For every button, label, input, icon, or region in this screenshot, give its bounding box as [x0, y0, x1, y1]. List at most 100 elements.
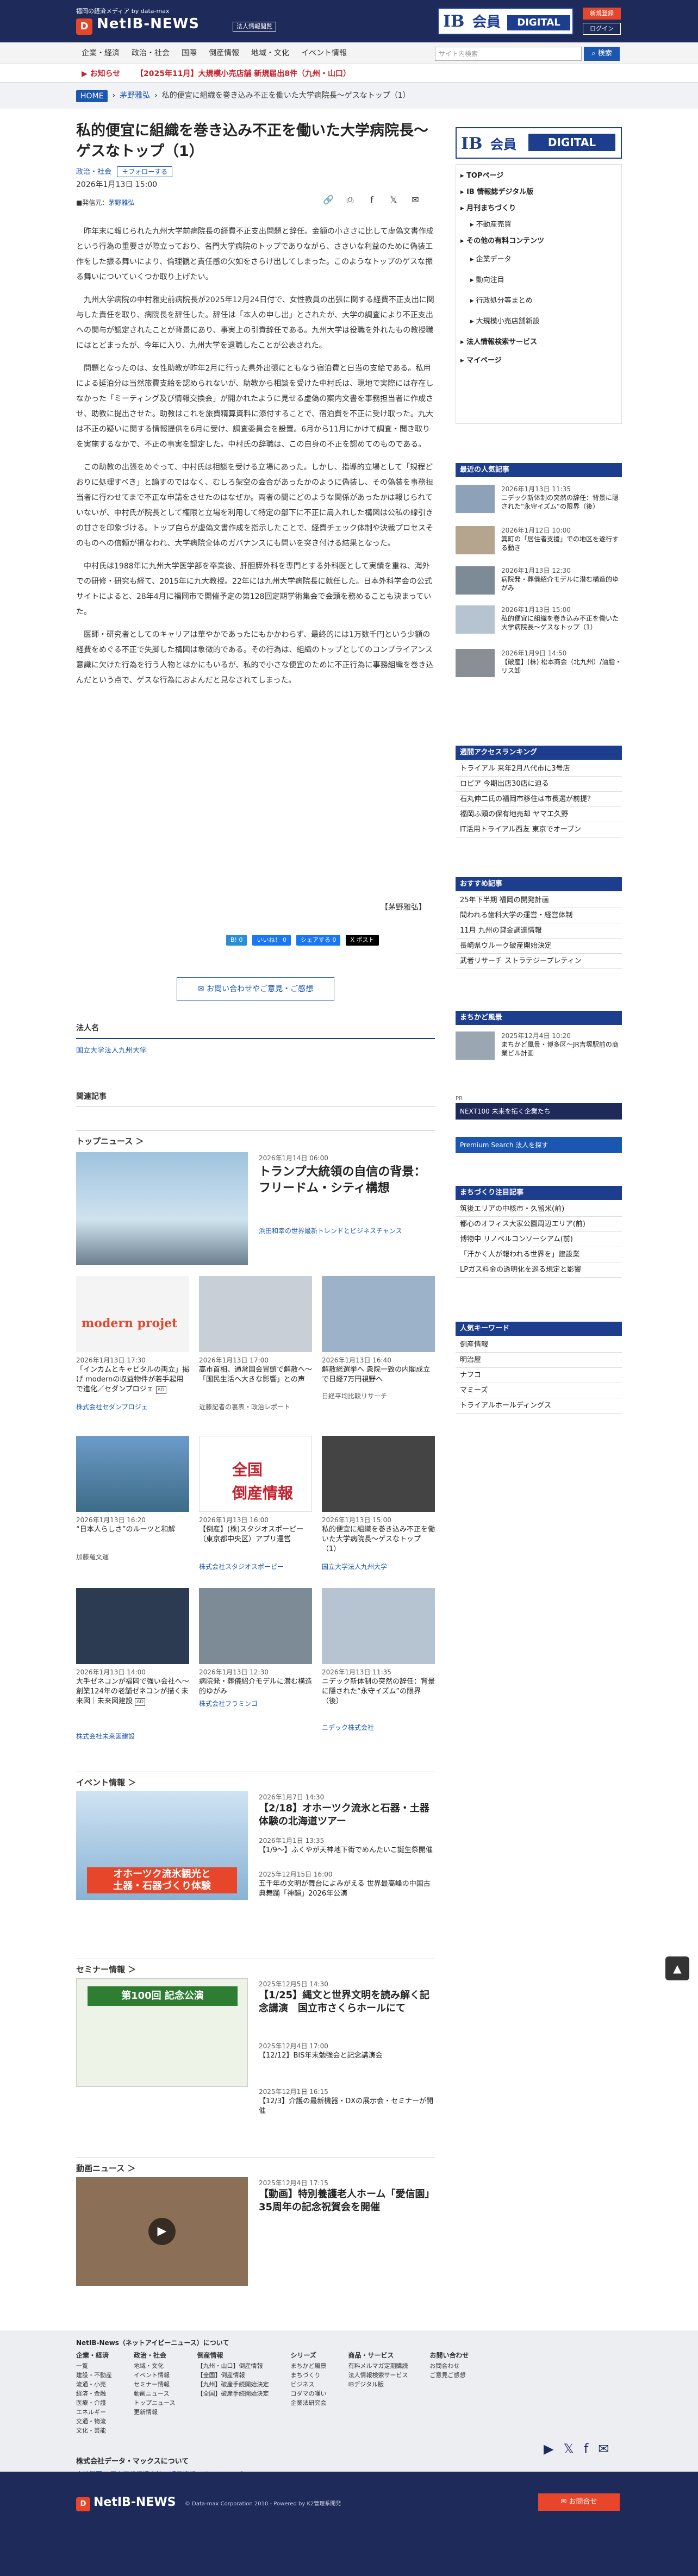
- footer-col-link[interactable]: 一覧: [76, 2361, 112, 2371]
- top-news-main-image[interactable]: [76, 1152, 248, 1265]
- footer-col-link[interactable]: セミナー情報: [134, 2380, 175, 2389]
- hatena-button[interactable]: B! 0: [226, 935, 247, 946]
- footer-col-link[interactable]: 建設・不動産: [76, 2371, 112, 2380]
- keyword-item[interactable]: 倒産情報: [456, 1338, 622, 1353]
- keyword-item[interactable]: 明治屋: [456, 1353, 622, 1368]
- ib-digital-banner[interactable]: IB 会員 DIGITAL: [438, 8, 574, 35]
- breadcrumb-home[interactable]: HOME: [76, 90, 108, 102]
- seminar-title[interactable]: 【1/25】縄文と世界文明を読み解く記念講演 国立市さくらホールにて: [259, 1989, 435, 2015]
- nav-item-region[interactable]: 地域・文化: [251, 42, 289, 64]
- footer-col-link[interactable]: 文化・芸能: [76, 2426, 112, 2435]
- footer-col-link[interactable]: 法人情報検索サービス: [348, 2371, 408, 2380]
- footer-col-link[interactable]: 経済・金融: [76, 2389, 112, 2398]
- card-image[interactable]: 全国 倒産情報: [199, 1436, 312, 1512]
- next100-ad[interactable]: NEXT100 未来を拓く企業たち: [456, 1103, 622, 1120]
- popular-item[interactable]: 2026年1月9日 14:50 【破産】(株) 松本商会（北九州）/油脂・リス卸: [501, 649, 622, 675]
- footer-col-link[interactable]: 企業法研究会: [290, 2398, 326, 2408]
- card-source[interactable]: 国立大学法人九州大学: [322, 1562, 387, 1572]
- popular-item[interactable]: 2026年1月13日 15:00 私的便宜に組織を巻き込み不正を働いた大学病院長〜…: [501, 605, 622, 632]
- card-source[interactable]: 加藤羅文運: [76, 1552, 109, 1562]
- footer-col-heading[interactable]: 倒産情報: [197, 2351, 269, 2360]
- footer-col-link[interactable]: まちかど風景: [290, 2361, 326, 2371]
- footer-col-link[interactable]: エネルギー: [76, 2408, 112, 2417]
- machi-select-item[interactable]: 「汗かく人が報われる世界を」建設業: [456, 1248, 622, 1263]
- card-source[interactable]: 株式会社未来図建設: [76, 1731, 135, 1742]
- event-title[interactable]: 五千年の文明が舞台によみがえる 世界最高峰の中国古典舞踊「神韻」2026年公演: [259, 1879, 435, 1899]
- recommend-item[interactable]: 問われる歯科大学の運営・経営体制: [456, 909, 622, 924]
- card-title[interactable]: 【倒産】(株)スタジオスポーピー（東京都中央区）アプリ運営: [199, 1525, 312, 1545]
- youtube-icon[interactable]: ▶: [544, 2439, 553, 2459]
- access-ranking-item[interactable]: 石丸伸二氏の福岡市移住は市長選が前提？: [456, 792, 622, 808]
- card-source[interactable]: ニデック株式会社: [322, 1723, 374, 1733]
- footer-company[interactable]: 株式会社データ・マックスについて: [76, 2456, 189, 2467]
- play-icon[interactable]: ▶: [148, 2218, 176, 2245]
- x-post-button[interactable]: X ポスト: [346, 935, 379, 946]
- nav-item-politics[interactable]: 政治・社会: [132, 42, 170, 64]
- card-source[interactable]: 株式会社セダンプロジェ: [76, 1402, 148, 1412]
- video-thumbnail[interactable]: ▶: [76, 2177, 248, 2286]
- recommend-item[interactable]: 武者リサーチ ストラテジープレティン: [456, 954, 622, 970]
- card-image[interactable]: [199, 1588, 312, 1664]
- like-button[interactable]: いいね！ 0: [252, 935, 291, 946]
- recommend-item[interactable]: 11月 九州の貸金調達情報: [456, 924, 622, 939]
- seminar-banner-image[interactable]: 第100回 記念公演: [76, 1978, 248, 2087]
- footer-col-heading[interactable]: シリーズ: [290, 2351, 326, 2360]
- seminars-heading[interactable]: セミナー情報 ＞: [76, 1959, 435, 1976]
- footer-col-link[interactable]: 【全国】破産手続開始決定: [197, 2389, 269, 2398]
- site-logo[interactable]: 福岡の経済メディア by data-max D NetIB-NEWS: [76, 8, 200, 35]
- footer-col-heading[interactable]: 政治・社会: [134, 2351, 175, 2360]
- card-image[interactable]: [322, 1588, 435, 1664]
- follow-button[interactable]: ＋フォローする: [117, 166, 173, 177]
- contact-button[interactable]: ✉ お問い合わせやご意見・ご感想: [177, 977, 334, 1001]
- card-title[interactable]: 高市首相、通常国会冒頭で解散へ〜「国民生活へ大きな影響」との声: [199, 1365, 312, 1385]
- machi-select-item[interactable]: LPガス料金の透明化を巡る規定と影響: [456, 1263, 622, 1278]
- top-news-heading[interactable]: トップニュース ＞: [76, 1130, 435, 1148]
- keyword-item[interactable]: トライアルホールディングス: [456, 1399, 622, 1414]
- popular-item[interactable]: 2026年1月13日 12:30 病院発・葬儀紹介モデルに潜む構造的ゆがみ: [501, 566, 622, 592]
- card-title[interactable]: 大手ゼネコンが福岡で強い会社へ〜創業124年の老舗ゼネコンが描く未来図｜未来図建…: [76, 1677, 189, 1706]
- sidebar-menu-realestate[interactable]: ▸ 不動産売買: [456, 218, 622, 232]
- share-button[interactable]: シェアする 0: [296, 935, 341, 946]
- article-category[interactable]: 政治・社会: [76, 168, 111, 176]
- footer-about[interactable]: NetIB-News（ネットアイビーニュース）について: [76, 2338, 229, 2348]
- popular-thumb[interactable]: [456, 526, 495, 554]
- card-title[interactable]: 解散総選挙へ 衆院一致の内閣成立で日経7万円視野へ: [322, 1365, 435, 1385]
- link-icon[interactable]: 🔗: [323, 195, 334, 205]
- card-source[interactable]: 近藤記者の裏表・政治レポート: [199, 1402, 290, 1412]
- event-title[interactable]: 【1/9〜】ふくやが天神地下街でめんたいこ誕生祭開催: [259, 1846, 435, 1855]
- top-news-main-source[interactable]: 浜田和幸の世界最新トレンドとビジネスチャンス: [259, 1226, 402, 1236]
- footer-col-link[interactable]: 地域・文化: [134, 2361, 175, 2371]
- ticker-link[interactable]: 【2025年11月】大規模小売店舗 新規届出8件（九州・山口）: [136, 68, 351, 80]
- facebook-icon[interactable]: f: [366, 195, 377, 205]
- footer-col-link[interactable]: 有料メルマガ定期購読: [348, 2361, 408, 2371]
- login-button[interactable]: ログイン: [583, 23, 621, 35]
- card-title[interactable]: 私的便宜に組織を巻き込み不正を働いた大学病院長〜ゲスなトップ（1）: [322, 1525, 435, 1554]
- recommend-item[interactable]: 長崎県ウルーク破産開始決定: [456, 939, 622, 954]
- card-image[interactable]: [199, 1276, 312, 1352]
- sidebar-menu-paid[interactable]: ▸ その他の有料コンテンツ: [456, 234, 622, 248]
- mail-icon[interactable]: ✉: [598, 2439, 609, 2459]
- footer-contact-button[interactable]: ✉ お問合せ: [538, 2493, 620, 2511]
- machi-select-item[interactable]: 筑後エリアの中核市・久留米(前): [456, 1202, 622, 1217]
- keyword-item[interactable]: ナフコ: [456, 1368, 622, 1384]
- footer-col-link[interactable]: 流通・小売: [76, 2380, 112, 2389]
- card-title[interactable]: 「インカムとキャピタルの両立」掲げ modernの収益物件が若手起用で進化／セダ…: [76, 1365, 189, 1395]
- print-icon[interactable]: ⎙: [345, 195, 356, 205]
- footer-col-link[interactable]: 【九州・山口】倒産情報: [197, 2361, 269, 2371]
- search-input[interactable]: サイト内検索: [435, 47, 582, 61]
- top-news-main-title[interactable]: トランプ大統領の自信の背景：フリードム・シティ構想: [259, 1164, 435, 1197]
- sidebar-menu-corpsearch[interactable]: ▸ 法人情報検索サービス: [456, 335, 622, 349]
- popular-thumb[interactable]: [456, 566, 495, 595]
- mail-icon[interactable]: ✉: [410, 195, 421, 205]
- popular-item[interactable]: 2026年1月12日 10:00 箕町の「居住者支援」での地区を遂行する動き: [501, 526, 622, 552]
- card-title[interactable]: “日本人らしさ”のルーツと和解: [76, 1525, 189, 1535]
- machi-select-item[interactable]: 博物中 リノベルコンソーシアム(前): [456, 1233, 622, 1248]
- scroll-top-icon[interactable]: ▲: [665, 1956, 689, 1980]
- corporate-info-button[interactable]: 法人情報閲覧: [233, 22, 276, 32]
- premium-search-ad[interactable]: Premium Search 法人を探す: [456, 1137, 622, 1153]
- card-source[interactable]: 株式会社フラミンゴ: [199, 1699, 258, 1709]
- footer-col-link[interactable]: 交通・物流: [76, 2417, 112, 2426]
- town-thumb[interactable]: [456, 1031, 495, 1060]
- sidebar-menu-stores[interactable]: ▸ 大規模小売店舗新設: [456, 315, 622, 329]
- popular-thumb[interactable]: [456, 485, 495, 513]
